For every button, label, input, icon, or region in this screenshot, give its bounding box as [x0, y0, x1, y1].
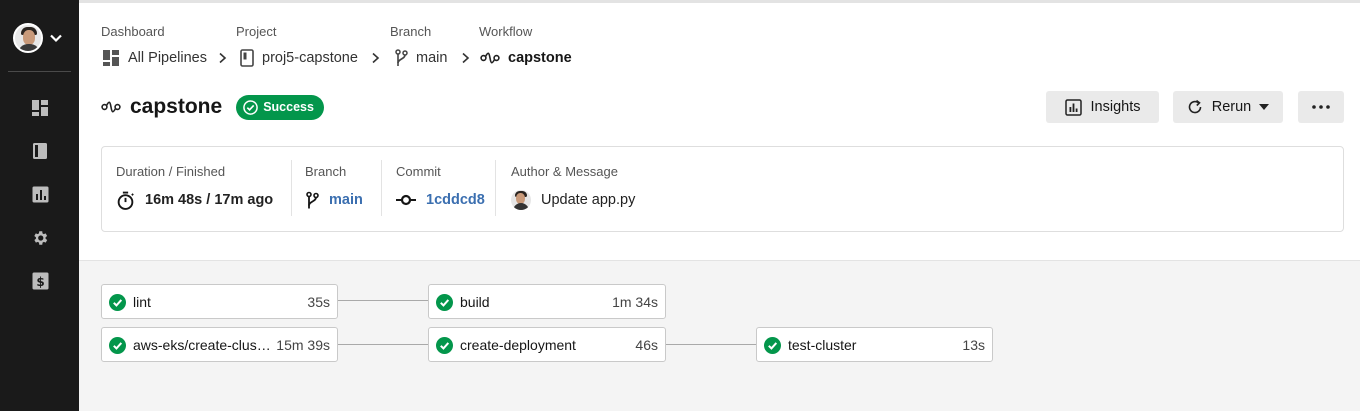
- chevron-down-icon: [50, 34, 62, 43]
- sidebar-item-insights[interactable]: [30, 184, 50, 204]
- page-header: capstone Success: [101, 94, 324, 120]
- job-name: create-deployment: [460, 337, 576, 353]
- pipeline-info-card: Duration / Finished 16m 48s / 17m ago Br…: [101, 146, 1344, 232]
- commit-message: Update app.py: [541, 192, 636, 208]
- job-card-test-cluster[interactable]: test-cluster 13s: [756, 327, 993, 362]
- check-circle-icon: [243, 99, 259, 115]
- commit-icon: [396, 194, 416, 206]
- page-title: capstone: [130, 95, 223, 118]
- breadcrumb-text: capstone: [508, 50, 572, 66]
- project-icon: [240, 49, 254, 67]
- breadcrumb-text: proj5-capstone: [262, 50, 358, 66]
- more-options-button[interactable]: [1298, 91, 1344, 123]
- job-card-build[interactable]: build 1m 34s: [428, 284, 666, 319]
- projects-icon: [33, 143, 47, 159]
- settings-icon: [34, 231, 48, 245]
- chevron-right-icon: [219, 52, 227, 64]
- branch-value: main: [305, 190, 363, 210]
- insights-icon: [1064, 98, 1082, 116]
- job-name: build: [460, 294, 490, 310]
- avatar: [13, 23, 43, 53]
- status-badge: Success: [236, 94, 324, 120]
- breadcrumb-text: main: [416, 50, 448, 66]
- info-duration: Duration / Finished 16m 48s / 17m ago: [116, 147, 291, 231]
- job-duration: 1m 34s: [612, 294, 658, 310]
- dashboard-icon: [103, 50, 119, 66]
- job-card-create-deployment[interactable]: create-deployment 46s: [428, 327, 666, 362]
- breadcrumb-all-pipelines[interactable]: All Pipelines: [102, 48, 207, 68]
- author-label: Author & Message: [511, 164, 618, 179]
- commit-link[interactable]: 1cddcd8: [426, 192, 485, 208]
- info-divider: [495, 160, 496, 216]
- more-horizontal-icon: [1312, 105, 1330, 109]
- user-menu[interactable]: [13, 23, 63, 53]
- breadcrumb-label-branch: Branch: [390, 24, 432, 39]
- job-connector: [665, 344, 757, 345]
- branch-icon: [395, 49, 408, 66]
- insights-label: Insights: [1090, 99, 1141, 115]
- success-check-icon: [764, 337, 781, 354]
- job-card-create-cluster[interactable]: aws-eks/create-clus… 15m 39s: [101, 327, 338, 362]
- plan-icon: $: [32, 272, 48, 290]
- success-check-icon: [109, 337, 126, 354]
- job-name: aws-eks/create-clus…: [133, 337, 271, 353]
- dashboard-icon: [32, 100, 48, 116]
- job-connector: [338, 344, 429, 345]
- rerun-button[interactable]: Rerun: [1173, 91, 1283, 123]
- insights-icon: [32, 186, 48, 202]
- success-check-icon: [109, 294, 126, 311]
- breadcrumb-project[interactable]: proj5-capstone: [240, 48, 358, 68]
- insights-button[interactable]: Insights: [1046, 91, 1159, 123]
- commit-value: 1cddcd8: [396, 190, 485, 210]
- workflow-icon: [480, 52, 500, 64]
- workflow-graph: lint 35s aws-eks/create-clus… 15m 39s bu…: [79, 260, 1360, 411]
- chevron-right-icon: [372, 52, 380, 64]
- rerun-icon: [1188, 99, 1202, 114]
- breadcrumb-label-dashboard: Dashboard: [101, 24, 165, 39]
- job-duration: 13s: [962, 337, 985, 353]
- sidebar-item-dashboard[interactable]: [30, 98, 50, 118]
- commit-label: Commit: [396, 164, 441, 179]
- author-avatar: [511, 190, 531, 210]
- workflow-icon: [101, 101, 121, 113]
- sidebar: $: [0, 0, 79, 411]
- branch-link[interactable]: main: [329, 192, 363, 208]
- breadcrumb-branch[interactable]: main: [394, 48, 447, 68]
- job-connector: [338, 300, 429, 301]
- job-name: lint: [133, 294, 151, 310]
- top-border: [79, 0, 1360, 3]
- info-divider: [291, 160, 292, 216]
- job-duration: 15m 39s: [276, 337, 330, 353]
- branch-label: Branch: [305, 164, 347, 179]
- duration-label: Duration / Finished: [116, 164, 226, 179]
- sidebar-divider: [8, 71, 71, 72]
- breadcrumb-label-workflow: Workflow: [479, 24, 533, 39]
- job-name: test-cluster: [788, 337, 857, 353]
- caret-down-icon: [1259, 104, 1270, 110]
- duration-text: 16m 48s / 17m ago: [145, 192, 274, 208]
- rerun-label: Rerun: [1211, 99, 1252, 115]
- duration-value: 16m 48s / 17m ago: [116, 190, 273, 210]
- branch-icon: [306, 191, 319, 208]
- stopwatch-icon: [117, 191, 134, 210]
- sidebar-item-projects[interactable]: [30, 141, 50, 161]
- svg-text:$: $: [36, 275, 44, 289]
- breadcrumb-text: All Pipelines: [128, 50, 207, 66]
- sidebar-item-plan[interactable]: $: [30, 271, 50, 291]
- success-check-icon: [436, 294, 453, 311]
- chevron-right-icon: [462, 52, 470, 64]
- job-duration: 46s: [635, 337, 658, 353]
- info-author: Author & Message Update app.py: [511, 147, 811, 231]
- info-branch: Branch main: [305, 147, 381, 231]
- breadcrumb-workflow[interactable]: capstone: [480, 48, 572, 68]
- breadcrumb-label-project: Project: [236, 24, 277, 39]
- job-card-lint[interactable]: lint 35s: [101, 284, 338, 319]
- success-check-icon: [436, 337, 453, 354]
- info-divider: [381, 160, 382, 216]
- status-text: Success: [263, 100, 314, 114]
- author-value: Update app.py: [511, 190, 635, 210]
- info-commit: Commit 1cddcd8: [396, 147, 496, 231]
- sidebar-item-settings[interactable]: [30, 228, 50, 248]
- job-duration: 35s: [307, 294, 330, 310]
